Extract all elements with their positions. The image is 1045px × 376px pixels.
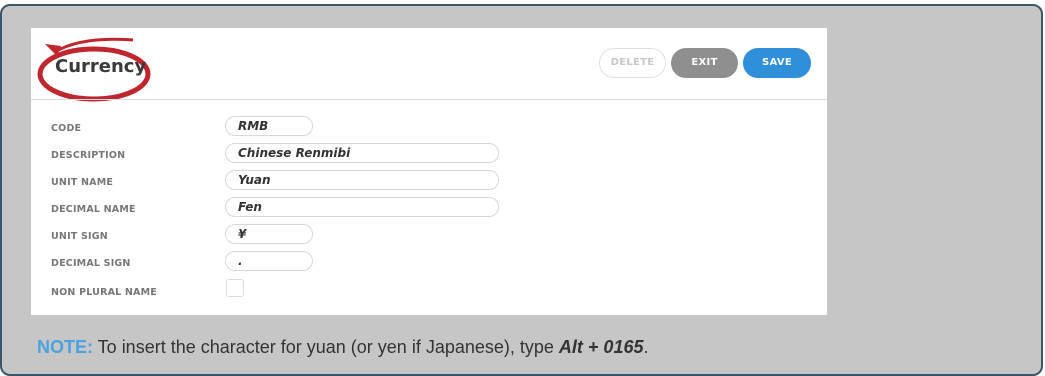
row-unit-name: UNIT NAME Yuan — [31, 170, 827, 196]
row-non-plural-name: NON PLURAL NAME — [31, 279, 827, 306]
page-title: Currency — [55, 56, 147, 77]
note-keys: Alt + 0165 — [558, 337, 644, 357]
description-field[interactable]: Chinese Renmibi — [225, 143, 499, 163]
field-label: DESCRIPTION — [51, 150, 126, 161]
field-label: DECIMAL NAME — [51, 204, 136, 215]
row-unit-sign: UNIT SIGN ¥ — [31, 224, 827, 250]
field-label: NON PLURAL NAME — [51, 287, 157, 298]
screenshot-frame: Currency DELETE EXIT SAVE CODE RMB DESCR… — [0, 4, 1043, 376]
unit-sign-field[interactable]: ¥ — [225, 224, 313, 244]
header-divider — [31, 99, 827, 100]
unit-name-field[interactable]: Yuan — [225, 170, 499, 190]
page-header: Currency — [37, 37, 153, 102]
note-suffix: . — [643, 337, 649, 357]
field-label: CODE — [51, 123, 82, 134]
row-decimal-name: DECIMAL NAME Fen — [31, 197, 827, 223]
row-decimal-sign: DECIMAL SIGN . — [31, 251, 827, 277]
note-body: To insert the character for yuan (or yen… — [93, 337, 559, 357]
currency-form-card: Currency DELETE EXIT SAVE CODE RMB DESCR… — [31, 28, 827, 315]
delete-button[interactable]: DELETE — [599, 48, 666, 78]
save-button[interactable]: SAVE — [743, 48, 811, 78]
decimal-sign-field[interactable]: . — [225, 251, 313, 271]
note-label: NOTE: — [37, 337, 93, 357]
code-field[interactable]: RMB — [225, 116, 313, 136]
decimal-name-field[interactable]: Fen — [225, 197, 499, 217]
field-label: UNIT SIGN — [51, 231, 108, 242]
non-plural-name-checkbox[interactable] — [226, 279, 244, 297]
row-code: CODE RMB — [31, 116, 827, 142]
note-text: NOTE: To insert the character for yuan (… — [37, 337, 649, 358]
field-label: DECIMAL SIGN — [51, 258, 131, 269]
field-label: UNIT NAME — [51, 177, 114, 188]
exit-button[interactable]: EXIT — [671, 48, 738, 78]
row-description: DESCRIPTION Chinese Renmibi — [31, 143, 827, 169]
